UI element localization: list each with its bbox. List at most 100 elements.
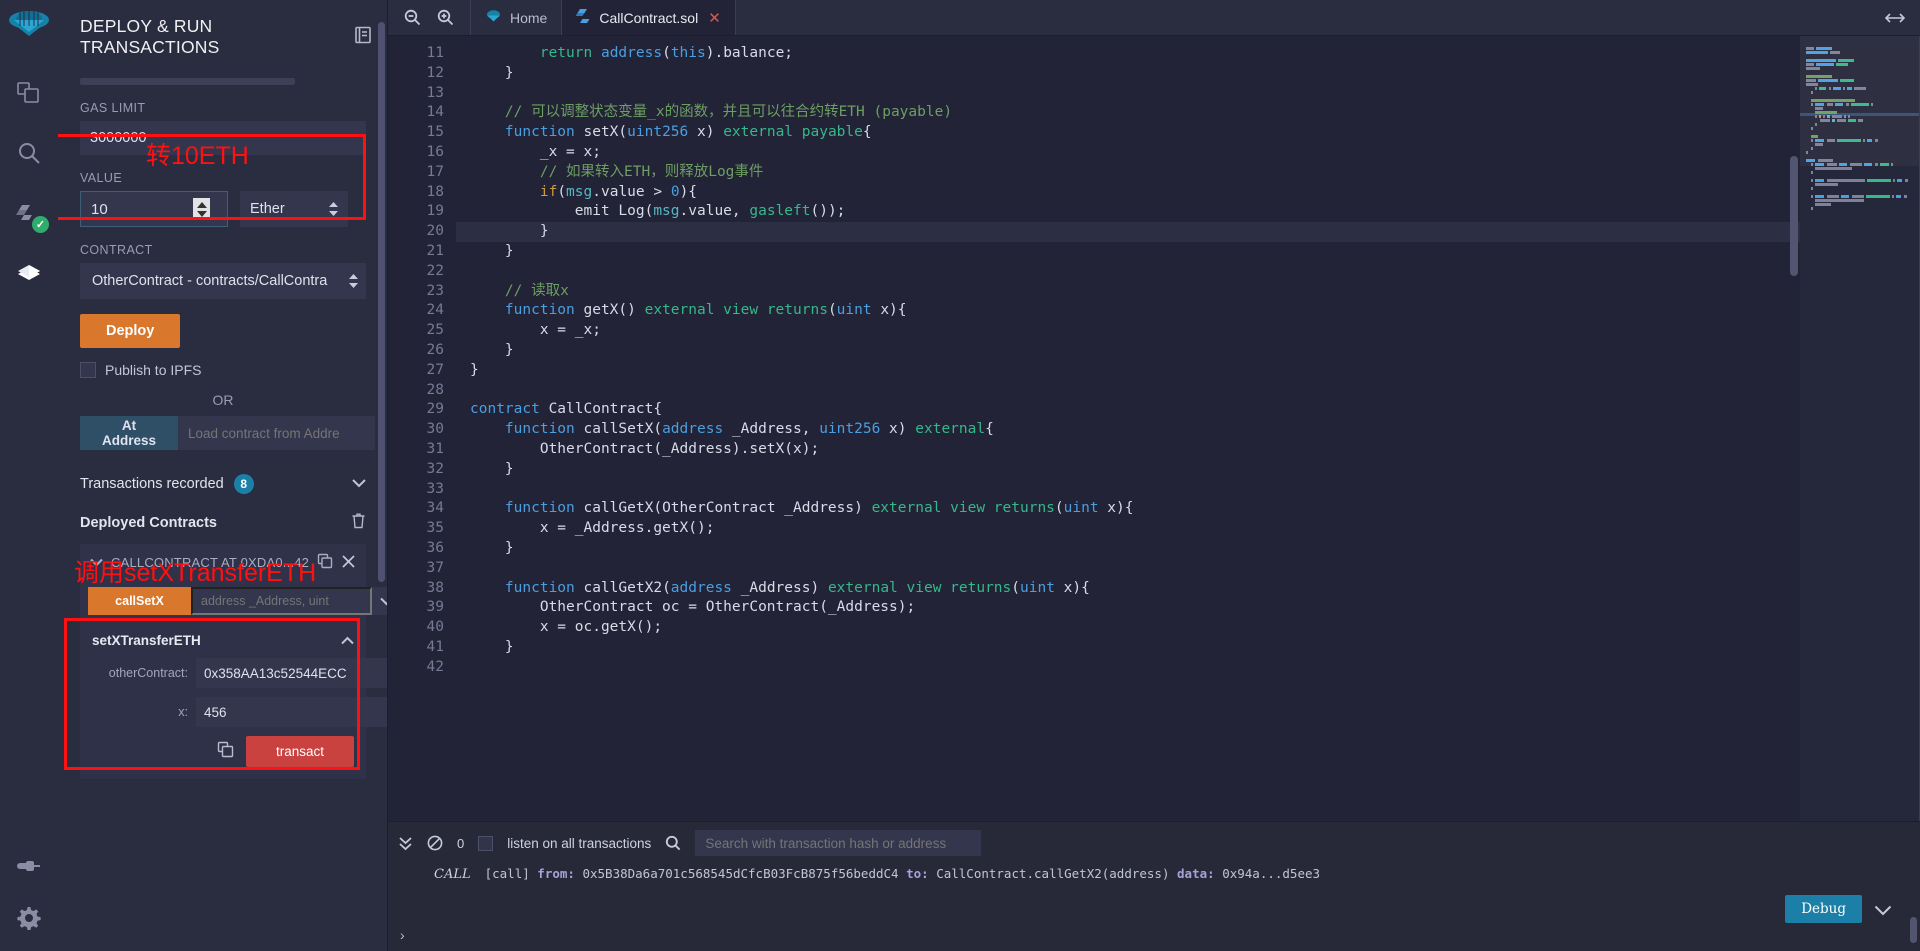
plugin-manager-icon[interactable] xyxy=(10,847,48,885)
no-entry-clear-icon[interactable] xyxy=(427,835,443,851)
code-line[interactable]: } xyxy=(456,361,1800,381)
or-separator: OR xyxy=(80,392,366,408)
value-stepper[interactable] xyxy=(193,198,210,220)
chevron-down-icon[interactable] xyxy=(352,475,366,493)
code-line[interactable]: x = oc.getX(); xyxy=(456,618,1800,638)
code-line[interactable] xyxy=(456,480,1800,500)
transactions-recorded-row[interactable]: Transactions recorded 8 xyxy=(80,474,366,494)
code-token: uint256 xyxy=(819,421,880,437)
code-line[interactable]: } xyxy=(456,242,1800,262)
terminal-log-row[interactable]: CALL [call] from: 0x5B38Da6a701c568545dC… xyxy=(388,862,1920,882)
code-line[interactable] xyxy=(456,658,1800,678)
code-line[interactable]: return address(this).balance; xyxy=(456,44,1800,64)
terminal-prompt[interactable]: › xyxy=(400,927,405,943)
editor-minimap[interactable] xyxy=(1800,36,1920,821)
solidity-compiler-icon[interactable]: ✓ xyxy=(10,194,48,232)
code-token: .value > xyxy=(592,184,671,200)
panel-scrollbar[interactable] xyxy=(378,22,385,582)
log-to-key: to: xyxy=(906,866,929,881)
chevron-up-icon[interactable] xyxy=(341,633,354,648)
code-line[interactable]: } xyxy=(456,539,1800,559)
code-line[interactable]: } xyxy=(456,222,1800,242)
publish-ipfs-row[interactable]: Publish to IPFS xyxy=(80,362,366,378)
code-line[interactable]: // 可以调整状态变量_x的函数，并且可以往合约转ETH (payable) xyxy=(456,103,1800,123)
code-line[interactable] xyxy=(456,559,1800,579)
code-token: gasleft xyxy=(749,203,810,219)
code-line[interactable]: x = _Address.getX(); xyxy=(456,519,1800,539)
code-line[interactable]: if(msg.value > 0){ xyxy=(456,183,1800,203)
code-line[interactable]: // 如果转入ETH，则释放Log事件 xyxy=(456,163,1800,183)
chevron-down-icon[interactable] xyxy=(372,587,388,615)
zoom-in-icon[interactable] xyxy=(437,9,454,26)
code-token: getX() xyxy=(575,302,645,318)
code-line[interactable] xyxy=(456,262,1800,282)
code-token: x){ xyxy=(872,302,907,318)
code-line[interactable]: } xyxy=(456,460,1800,480)
notes-icon[interactable] xyxy=(354,26,372,49)
code-line[interactable]: contract CallContract{ xyxy=(456,400,1800,420)
search-icon[interactable] xyxy=(665,835,681,851)
code-line[interactable] xyxy=(456,381,1800,401)
code-line[interactable]: OtherContract oc = OtherContract(_Addres… xyxy=(456,598,1800,618)
search-icon[interactable] xyxy=(10,134,48,172)
gas-limit-input[interactable] xyxy=(80,121,366,155)
param-othercontract-input[interactable] xyxy=(196,658,388,688)
editor-vertical-scrollbar[interactable] xyxy=(1790,156,1798,276)
chevron-down-icon[interactable] xyxy=(1874,903,1892,921)
code-token: external view returns xyxy=(828,580,1011,596)
chevron-double-down-icon[interactable] xyxy=(398,835,413,851)
debug-button[interactable]: Debug xyxy=(1785,895,1862,923)
code-token: // 可以调整状态变量_x的函数，并且可以往合约转ETH (payable) xyxy=(470,104,952,120)
stepper-down-icon[interactable] xyxy=(197,211,207,217)
terminal-scrollbar[interactable] xyxy=(1910,917,1917,943)
tab-home[interactable]: Home xyxy=(471,0,562,35)
transact-button[interactable]: transact xyxy=(246,736,354,767)
code-token: uint xyxy=(1064,500,1099,516)
tab-callcontract-sol[interactable]: CallContract.sol ✕ xyxy=(562,0,735,35)
listen-all-transactions-checkbox[interactable] xyxy=(478,836,493,851)
code-line[interactable]: // 读取x xyxy=(456,282,1800,302)
zoom-out-icon[interactable] xyxy=(404,9,421,26)
callsetx-button[interactable]: callSetX xyxy=(88,587,191,615)
terminal-search-input[interactable] xyxy=(695,830,981,856)
contract-select[interactable]: OtherContract - contracts/CallContra xyxy=(80,263,366,299)
close-icon[interactable] xyxy=(341,554,356,572)
expand-horizontal-icon[interactable] xyxy=(1870,0,1920,35)
callsetx-args-input[interactable] xyxy=(191,587,372,615)
publish-ipfs-checkbox[interactable] xyxy=(80,362,96,378)
value-input[interactable] xyxy=(81,192,193,226)
close-icon[interactable]: ✕ xyxy=(708,9,721,27)
copy-calldata-icon[interactable] xyxy=(217,741,234,763)
code-line[interactable]: } xyxy=(456,341,1800,361)
code-line[interactable]: function callGetX(OtherContract _Address… xyxy=(456,499,1800,519)
code-line[interactable]: x = _x; xyxy=(456,321,1800,341)
deploy-button[interactable]: Deploy xyxy=(80,314,180,348)
minimap-viewport[interactable] xyxy=(1800,36,1920,166)
param-x-input[interactable] xyxy=(196,697,388,727)
code-content[interactable]: return address(this).balance; } // 可以调整状… xyxy=(456,36,1800,821)
file-explorer-icon[interactable] xyxy=(10,74,48,112)
deployed-contract-header[interactable]: CALLCONTRACT AT 0XDA0...42B5 xyxy=(80,544,366,581)
code-line[interactable]: _x = x; xyxy=(456,143,1800,163)
code-line[interactable]: function callGetX2(address _Address) ext… xyxy=(456,579,1800,599)
code-line[interactable]: emit Log(msg.value, gasleft()); xyxy=(456,202,1800,222)
at-address-button[interactable]: At Address xyxy=(80,416,178,450)
deploy-run-icon[interactable] xyxy=(10,254,48,292)
param-othercontract-row: otherContract: xyxy=(92,658,354,688)
chevron-down-icon[interactable] xyxy=(90,555,103,570)
setxtransfereth-header[interactable]: setXTransferETH xyxy=(92,633,354,648)
at-address-input[interactable] xyxy=(178,416,375,450)
code-line[interactable]: function getX() external view returns(ui… xyxy=(456,301,1800,321)
settings-gear-icon[interactable] xyxy=(10,899,48,937)
code-line[interactable]: function callSetX(address _Address, uint… xyxy=(456,420,1800,440)
code-line[interactable] xyxy=(456,84,1800,104)
code-line[interactable]: } xyxy=(456,638,1800,658)
code-line[interactable]: function setX(uint256 x) external payabl… xyxy=(456,123,1800,143)
code-line[interactable]: OtherContract(_Address).setX(x); xyxy=(456,440,1800,460)
copy-icon[interactable] xyxy=(317,553,333,572)
code-editor[interactable]: 1112131415161718192021222324252627282930… xyxy=(388,36,1800,821)
value-unit-select[interactable]: Ether xyxy=(240,191,348,227)
code-line[interactable]: } xyxy=(456,64,1800,84)
trash-icon[interactable] xyxy=(351,512,366,534)
stepper-up-icon[interactable] xyxy=(197,202,207,208)
